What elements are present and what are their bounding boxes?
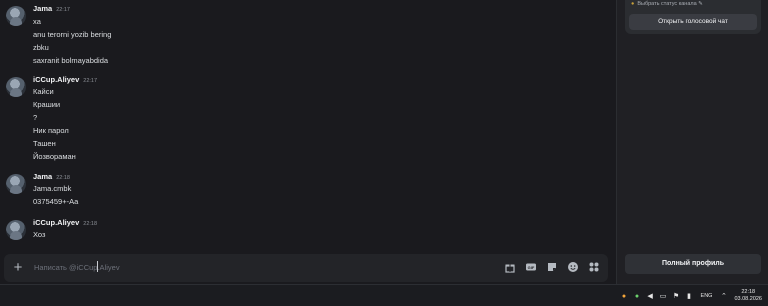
open-voice-chat-button[interactable]: Открыть голосовой чат [629,14,757,30]
avatar[interactable] [6,77,26,97]
avatar[interactable] [6,174,26,194]
gif-icon[interactable]: GIF [525,261,537,273]
discord-tray-icon[interactable]: ● [633,292,642,301]
message-text: 0375459+-Aa [33,197,79,206]
status-emoji-icon: ● [631,1,635,7]
voice-status-card: ● Выбрать статус канала ✎ Открыть голосов… [625,0,761,34]
message-text: saxranit bolmayabdida [33,56,109,65]
message-text: anu terorni yozib bering [33,30,112,39]
system-tray: ● ● ◀ ▭ ⚑ ▮ ENG ⌃ 22:18 03.08.2026 [620,288,762,304]
avatar[interactable] [6,6,26,26]
message-text: Крашии [33,100,61,109]
gift-icon[interactable] [504,261,516,273]
svg-text:GIF: GIF [528,265,535,270]
message-time: 22:17 [83,78,98,84]
message-author[interactable]: iCCup.Aliyev 22:17 [33,75,97,84]
clock[interactable]: 22:18 03.08.2026 [734,289,762,303]
network-icon[interactable]: ▭ [659,292,668,301]
message-text: zbku [33,43,49,52]
message-composer[interactable]: + Написать @iCCup.Aliyev GIF [4,254,608,282]
pencil-icon[interactable]: ✎ [698,1,703,7]
composer-tools: GIF [504,261,600,273]
message-text: Ник парол [33,126,69,135]
windows-taskbar: ● ● ◀ ▭ ⚑ ▮ ENG ⌃ 22:18 03.08.2026 [0,284,768,306]
message-text: Хоз [33,230,46,239]
message-author[interactable]: Jama 22:17 [33,4,70,13]
apps-icon[interactable] [588,261,600,273]
message-author[interactable]: iCCup.Aliyev 22:18 [33,218,97,227]
app-tray-icon[interactable]: ● [620,292,629,301]
message-text: Jama.cmbk [33,184,72,193]
sticker-icon[interactable] [546,261,558,273]
message-text: Йозвораман [33,152,76,161]
text-cursor [97,261,98,272]
full-profile-button[interactable]: Полный профиль [625,254,761,274]
message-text: Кайси [33,87,54,96]
profile-sidebar: ● Выбрать статус канала ✎ Открыть голосов… [616,0,768,284]
message-time: 22:18 [56,175,70,181]
microphone-icon[interactable]: ▮ [685,292,694,301]
message-text: xa [33,17,41,26]
chevron-up-icon[interactable]: ⌃ [719,292,728,301]
language-indicator[interactable]: ENG [701,293,713,299]
emoji-icon[interactable] [567,261,579,273]
plus-icon[interactable]: + [10,260,26,276]
message-text: Ташен [33,139,56,148]
message-time: 22:18 [83,221,98,227]
message-text: ? [33,113,38,122]
channel-status[interactable]: ● Выбрать статус канала ✎ [631,1,703,7]
chat-panel: Jama 22:17 xa anu terorni yozib bering zb… [0,0,616,284]
message-author[interactable]: Jama 22:18 [33,172,70,181]
clock-time: 22:18 [741,289,756,295]
flag-icon[interactable]: ⚑ [672,292,681,301]
message-input[interactable]: Написать @iCCup.Aliyev [34,263,120,272]
speaker-icon[interactable]: ◀ [646,292,655,301]
message-time: 22:17 [56,7,70,13]
avatar[interactable] [6,220,26,240]
clock-date: 03.08.2026 [734,296,762,302]
